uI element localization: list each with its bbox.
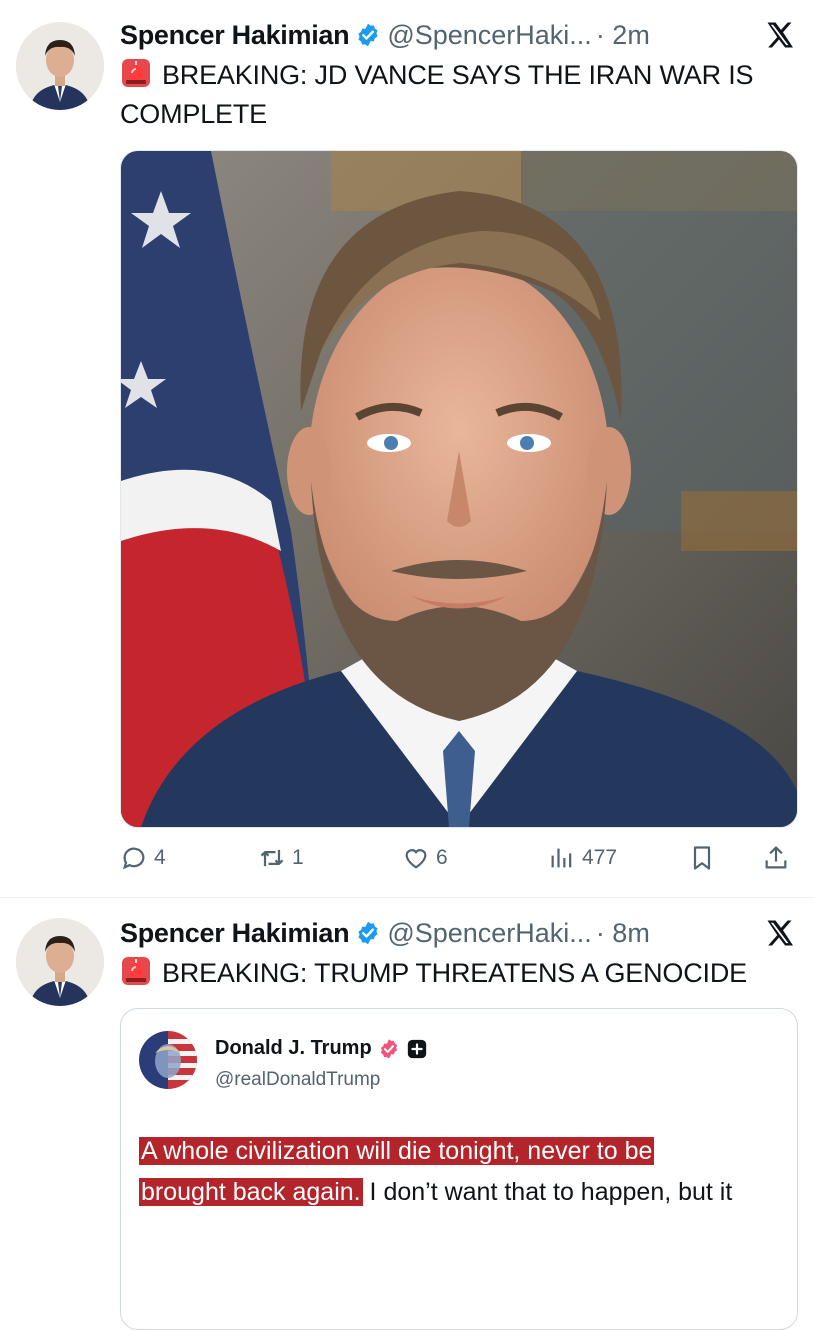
reply-count: 4 [154, 846, 166, 869]
tweet-actions: 4 1 6 477 [120, 838, 794, 878]
quoted-author-name-row: Donald J. Trump [215, 1037, 428, 1060]
retweet-count: 1 [292, 846, 304, 869]
tweet-text-container: BREAKING: JD VANCE SAYS THE IRAN WAR IS … [120, 56, 794, 134]
tweet-1[interactable]: Spencer Hakimian @SpencerHaki... · 2m BR… [0, 0, 814, 898]
x-logo-icon[interactable] [764, 20, 794, 50]
siren-icon [122, 957, 150, 985]
tweet-header: Spencer Hakimian @SpencerHaki... · 8m [120, 916, 794, 950]
author-handle[interactable]: @SpencerHaki... [387, 918, 592, 949]
quoted-author-avatar[interactable] [139, 1031, 197, 1089]
tweet-text: BREAKING: JD VANCE SAYS THE IRAN WAR IS … [120, 60, 754, 129]
retweet-button[interactable]: 1 [258, 838, 304, 878]
share-icon [765, 846, 787, 869]
verified-badge-icon [358, 921, 378, 945]
quoted-post-text: A whole civilization will die tonight, n… [139, 1131, 783, 1213]
tweet-header: Spencer Hakimian @SpencerHaki... · 2m [120, 18, 794, 52]
tweet-text: BREAKING: TRUMP THREATENS A GENOCIDE [162, 958, 747, 988]
like-button[interactable]: 6 [402, 838, 448, 878]
retweet-icon [260, 849, 284, 867]
like-count: 6 [436, 846, 448, 869]
bookmark-button[interactable] [688, 838, 722, 878]
highlighted-text-1: A whole civilization will die tonight, n… [139, 1137, 655, 1165]
author-name[interactable]: Spencer Hakimian [120, 20, 350, 51]
verified-badge-icon [380, 1038, 397, 1059]
verified-badge-icon [358, 23, 378, 47]
plus-badge-icon [407, 1039, 426, 1058]
like-icon [405, 849, 427, 869]
author-name[interactable]: Spencer Hakimian [120, 918, 350, 949]
view-count: 477 [582, 846, 618, 869]
highlighted-text-2: brought back again. [139, 1178, 363, 1206]
bookmark-icon [693, 846, 711, 870]
tweet-time[interactable]: · 8m [596, 918, 650, 949]
portrait-image [121, 151, 797, 827]
tweet-photo[interactable] [120, 150, 798, 828]
x-logo-icon[interactable] [764, 918, 794, 948]
author-handle[interactable]: @SpencerHaki... [387, 20, 592, 51]
quoted-author-handle[interactable]: @realDonaldTrump [215, 1069, 380, 1091]
author-avatar[interactable] [16, 22, 104, 110]
quoted-post[interactable]: Donald J. Trump @realDonaldTrump A whole… [120, 1008, 798, 1330]
views-icon [551, 848, 572, 868]
views-button[interactable]: 477 [548, 838, 617, 878]
tweet-text-container: BREAKING: TRUMP THREATENS A GENOCIDE [120, 954, 794, 993]
siren-icon [122, 59, 150, 87]
quoted-author-name[interactable]: Donald J. Trump [215, 1037, 372, 1060]
author-avatar[interactable] [16, 918, 104, 1006]
tweet-time[interactable]: · 2m [596, 20, 650, 51]
reply-icon [122, 847, 145, 870]
tweet-2[interactable]: Spencer Hakimian @SpencerHaki... · 8m BR… [0, 898, 814, 1330]
share-button[interactable] [762, 838, 796, 878]
reply-button[interactable]: 4 [120, 838, 166, 878]
quoted-post-rest: I don’t want that to happen, but it [362, 1178, 733, 1206]
